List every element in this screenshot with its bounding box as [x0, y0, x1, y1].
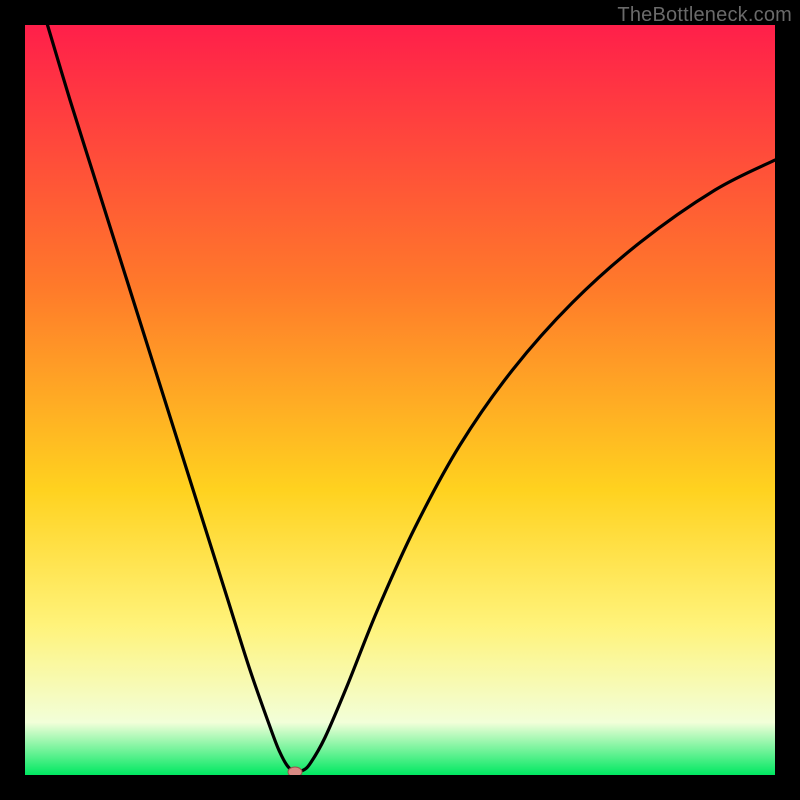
gradient-background: [25, 25, 775, 775]
chart-plot: [25, 25, 775, 775]
watermark-text: TheBottleneck.com: [617, 4, 792, 27]
chart-frame: [25, 25, 775, 775]
optimal-point-marker: [288, 767, 302, 775]
